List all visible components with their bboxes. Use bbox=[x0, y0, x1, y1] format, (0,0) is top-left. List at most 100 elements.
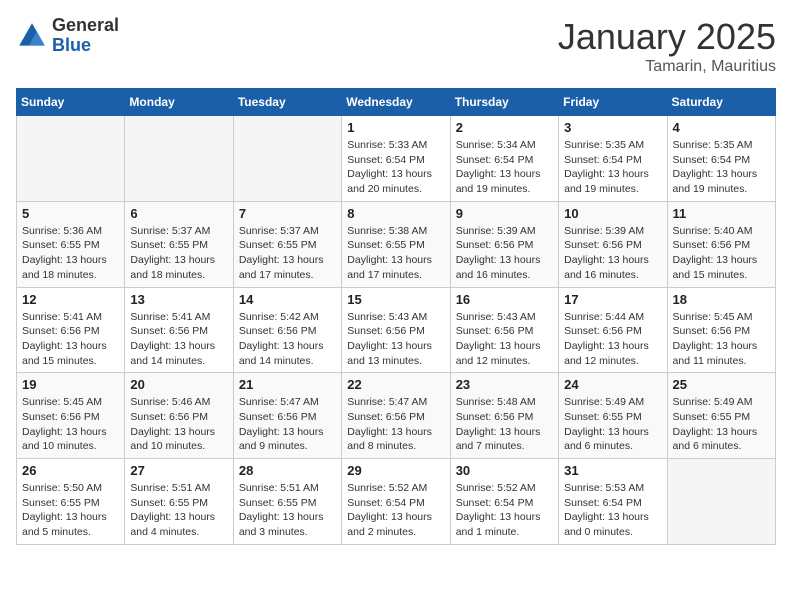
calendar-header-friday: Friday bbox=[559, 89, 667, 116]
day-number: 13 bbox=[130, 292, 227, 307]
day-info: Sunrise: 5:49 AM Sunset: 6:55 PM Dayligh… bbox=[673, 395, 770, 454]
calendar-cell: 7 Sunrise: 5:37 AM Sunset: 6:55 PM Daylig… bbox=[233, 201, 341, 287]
calendar-header-saturday: Saturday bbox=[667, 89, 775, 116]
calendar-header-tuesday: Tuesday bbox=[233, 89, 341, 116]
day-number: 26 bbox=[22, 463, 119, 478]
calendar-cell: 19 Sunrise: 5:45 AM Sunset: 6:56 PM Dayli… bbox=[17, 373, 125, 459]
logo-blue: Blue bbox=[52, 36, 119, 56]
calendar-cell: 15Sunrise: 5:43 AM Sunset: 6:56 PM Dayli… bbox=[342, 287, 450, 373]
calendar-cell: 3Sunrise: 5:35 AM Sunset: 6:54 PM Daylig… bbox=[559, 116, 667, 202]
day-info: Sunrise: 5:48 AM Sunset: 6:56 PM Dayligh… bbox=[456, 395, 553, 454]
day-info: Sunrise: 5:42 AM Sunset: 6:56 PM Dayligh… bbox=[239, 310, 336, 369]
calendar-cell: 30Sunrise: 5:52 AM Sunset: 6:54 PM Dayli… bbox=[450, 459, 558, 545]
location-title: Tamarin, Mauritius bbox=[558, 58, 776, 76]
calendar-cell: 26 Sunrise: 5:50 AM Sunset: 6:55 PM Dayli… bbox=[17, 459, 125, 545]
day-info: Sunrise: 5:51 AM Sunset: 6:55 PM Dayligh… bbox=[130, 481, 227, 540]
calendar-week-row: 12 Sunrise: 5:41 AM Sunset: 6:56 PM Dayli… bbox=[17, 287, 776, 373]
calendar-body: 1 Sunrise: 5:33 AM Sunset: 6:54 PM Daylig… bbox=[17, 116, 776, 545]
calendar-cell bbox=[125, 116, 233, 202]
day-info: Sunrise: 5:40 AM Sunset: 6:56 PM Dayligh… bbox=[673, 224, 770, 283]
calendar-cell: 12 Sunrise: 5:41 AM Sunset: 6:56 PM Dayli… bbox=[17, 287, 125, 373]
calendar-header-sunday: Sunday bbox=[17, 89, 125, 116]
calendar-cell: 21Sunrise: 5:47 AM Sunset: 6:56 PM Dayli… bbox=[233, 373, 341, 459]
day-number: 1 bbox=[347, 120, 444, 135]
calendar-cell: 5Sunrise: 5:36 AM Sunset: 6:55 PM Daylig… bbox=[17, 201, 125, 287]
day-number: 14 bbox=[239, 292, 336, 307]
calendar-table: SundayMondayTuesdayWednesdayThursdayFrid… bbox=[16, 88, 776, 545]
day-number: 24 bbox=[564, 377, 661, 392]
day-info: Sunrise: 5:46 AM Sunset: 6:56 PM Dayligh… bbox=[130, 395, 227, 454]
day-number: 23 bbox=[456, 377, 553, 392]
day-number: 18 bbox=[673, 292, 770, 307]
calendar-cell bbox=[667, 459, 775, 545]
day-number: 30 bbox=[456, 463, 553, 478]
day-number: 6 bbox=[130, 206, 227, 221]
day-number: 17 bbox=[564, 292, 661, 307]
day-number: 25 bbox=[673, 377, 770, 392]
day-info: Sunrise: 5:37 AM Sunset: 6:55 PM Dayligh… bbox=[130, 224, 227, 283]
day-number: 4 bbox=[673, 120, 770, 135]
day-info: Sunrise: 5:45 AM Sunset: 6:56 PM Dayligh… bbox=[22, 395, 119, 454]
day-info: Sunrise: 5:36 AM Sunset: 6:55 PM Dayligh… bbox=[22, 224, 119, 283]
day-number: 9 bbox=[456, 206, 553, 221]
calendar-cell: 1 Sunrise: 5:33 AM Sunset: 6:54 PM Daylig… bbox=[342, 116, 450, 202]
day-number: 2 bbox=[456, 120, 553, 135]
calendar-header-monday: Monday bbox=[125, 89, 233, 116]
day-number: 7 bbox=[239, 206, 336, 221]
day-number: 10 bbox=[564, 206, 661, 221]
day-number: 31 bbox=[564, 463, 661, 478]
day-info: Sunrise: 5:38 AM Sunset: 6:55 PM Dayligh… bbox=[347, 224, 444, 283]
calendar-header-thursday: Thursday bbox=[450, 89, 558, 116]
day-number: 8 bbox=[347, 206, 444, 221]
day-info: Sunrise: 5:52 AM Sunset: 6:54 PM Dayligh… bbox=[347, 481, 444, 540]
day-info: Sunrise: 5:49 AM Sunset: 6:55 PM Dayligh… bbox=[564, 395, 661, 454]
day-info: Sunrise: 5:33 AM Sunset: 6:54 PM Dayligh… bbox=[347, 138, 444, 197]
calendar-cell bbox=[233, 116, 341, 202]
day-info: Sunrise: 5:35 AM Sunset: 6:54 PM Dayligh… bbox=[673, 138, 770, 197]
calendar-header-row: SundayMondayTuesdayWednesdayThursdayFrid… bbox=[17, 89, 776, 116]
calendar-cell: 14 Sunrise: 5:42 AM Sunset: 6:56 PM Dayli… bbox=[233, 287, 341, 373]
calendar-cell: 16Sunrise: 5:43 AM Sunset: 6:56 PM Dayli… bbox=[450, 287, 558, 373]
day-number: 20 bbox=[130, 377, 227, 392]
calendar-cell: 6 Sunrise: 5:37 AM Sunset: 6:55 PM Daylig… bbox=[125, 201, 233, 287]
day-number: 3 bbox=[564, 120, 661, 135]
month-title: January 2025 bbox=[558, 16, 776, 58]
logo: General Blue bbox=[16, 16, 119, 56]
calendar-cell: 29Sunrise: 5:52 AM Sunset: 6:54 PM Dayli… bbox=[342, 459, 450, 545]
calendar-cell: 31 Sunrise: 5:53 AM Sunset: 6:54 PM Dayli… bbox=[559, 459, 667, 545]
calendar-cell: 22Sunrise: 5:47 AM Sunset: 6:56 PM Dayli… bbox=[342, 373, 450, 459]
title-block: January 2025 Tamarin, Mauritius bbox=[558, 16, 776, 76]
day-info: Sunrise: 5:34 AM Sunset: 6:54 PM Dayligh… bbox=[456, 138, 553, 197]
logo-icon bbox=[16, 20, 48, 52]
page-header: General Blue January 2025 Tamarin, Mauri… bbox=[16, 16, 776, 76]
calendar-cell: 18 Sunrise: 5:45 AM Sunset: 6:56 PM Dayli… bbox=[667, 287, 775, 373]
calendar-cell: 24 Sunrise: 5:49 AM Sunset: 6:55 PM Dayli… bbox=[559, 373, 667, 459]
day-number: 22 bbox=[347, 377, 444, 392]
day-number: 15 bbox=[347, 292, 444, 307]
calendar-cell: 10Sunrise: 5:39 AM Sunset: 6:56 PM Dayli… bbox=[559, 201, 667, 287]
calendar-cell: 17Sunrise: 5:44 AM Sunset: 6:56 PM Dayli… bbox=[559, 287, 667, 373]
day-number: 21 bbox=[239, 377, 336, 392]
calendar-week-row: 19 Sunrise: 5:45 AM Sunset: 6:56 PM Dayli… bbox=[17, 373, 776, 459]
calendar-cell: 13 Sunrise: 5:41 AM Sunset: 6:56 PM Dayli… bbox=[125, 287, 233, 373]
day-info: Sunrise: 5:50 AM Sunset: 6:55 PM Dayligh… bbox=[22, 481, 119, 540]
calendar-header-wednesday: Wednesday bbox=[342, 89, 450, 116]
day-info: Sunrise: 5:41 AM Sunset: 6:56 PM Dayligh… bbox=[130, 310, 227, 369]
logo-text: General Blue bbox=[52, 16, 119, 56]
day-info: Sunrise: 5:53 AM Sunset: 6:54 PM Dayligh… bbox=[564, 481, 661, 540]
day-number: 19 bbox=[22, 377, 119, 392]
calendar-cell: 4 Sunrise: 5:35 AM Sunset: 6:54 PM Daylig… bbox=[667, 116, 775, 202]
calendar-cell: 20 Sunrise: 5:46 AM Sunset: 6:56 PM Dayli… bbox=[125, 373, 233, 459]
day-info: Sunrise: 5:41 AM Sunset: 6:56 PM Dayligh… bbox=[22, 310, 119, 369]
calendar-cell: 25 Sunrise: 5:49 AM Sunset: 6:55 PM Dayli… bbox=[667, 373, 775, 459]
calendar-cell: 2 Sunrise: 5:34 AM Sunset: 6:54 PM Daylig… bbox=[450, 116, 558, 202]
day-info: Sunrise: 5:37 AM Sunset: 6:55 PM Dayligh… bbox=[239, 224, 336, 283]
day-info: Sunrise: 5:45 AM Sunset: 6:56 PM Dayligh… bbox=[673, 310, 770, 369]
calendar-cell: 27Sunrise: 5:51 AM Sunset: 6:55 PM Dayli… bbox=[125, 459, 233, 545]
day-number: 16 bbox=[456, 292, 553, 307]
calendar-cell: 23 Sunrise: 5:48 AM Sunset: 6:56 PM Dayli… bbox=[450, 373, 558, 459]
day-number: 12 bbox=[22, 292, 119, 307]
calendar-cell: 11Sunrise: 5:40 AM Sunset: 6:56 PM Dayli… bbox=[667, 201, 775, 287]
calendar-week-row: 26 Sunrise: 5:50 AM Sunset: 6:55 PM Dayli… bbox=[17, 459, 776, 545]
calendar-cell: 8 Sunrise: 5:38 AM Sunset: 6:55 PM Daylig… bbox=[342, 201, 450, 287]
